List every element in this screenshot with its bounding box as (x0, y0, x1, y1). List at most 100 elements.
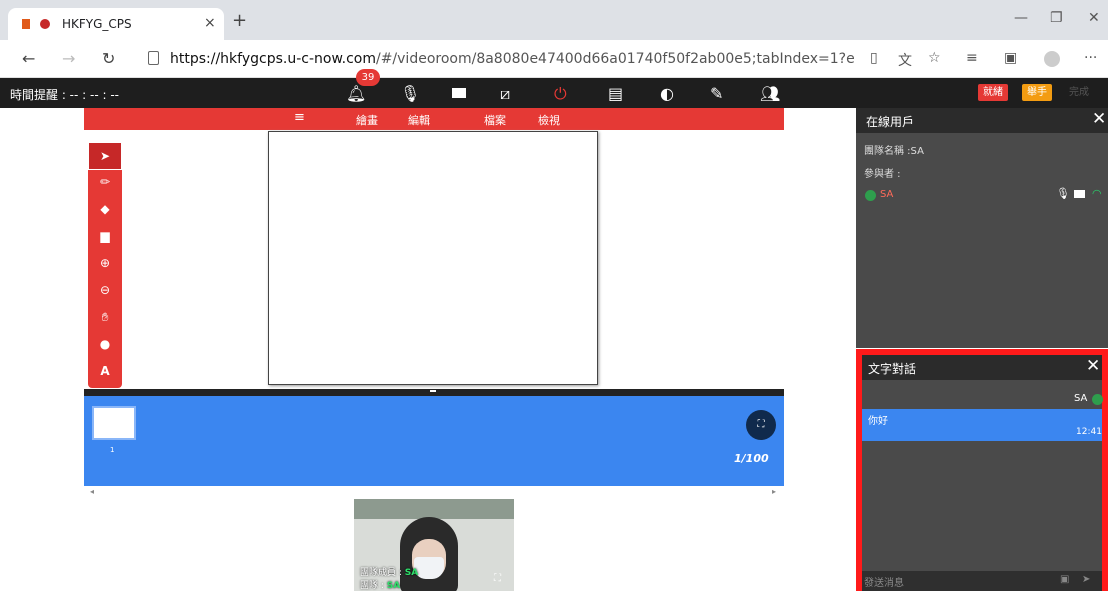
browser-tab-bar: HKFYG_CPS × + — ❐ ✕ (0, 0, 1108, 40)
trash-icon[interactable]: ▆ (88, 229, 122, 243)
tab-close-icon[interactable]: × (204, 15, 216, 31)
participants-label: 參與者 : (864, 169, 901, 180)
tab-title: HKFYG_CPS (62, 17, 132, 31)
role-label: 團隊 : (360, 581, 384, 591)
chat-header: 文字對話 ✕ (862, 355, 1102, 380)
chat-message: 你好 12:41 (862, 409, 1102, 441)
camera-icon[interactable] (452, 88, 466, 98)
menu-edit[interactable]: 編輯 (408, 112, 430, 128)
fullscreen-icon[interactable]: ⛶ (746, 410, 776, 440)
url-path: /#/videoroom/8a8080e47400d66a01740f50f2a… (375, 51, 855, 67)
text-tool-icon[interactable]: A (88, 364, 122, 378)
brush-icon[interactable]: ✎ (710, 84, 723, 103)
new-tab-button[interactable]: + (232, 10, 247, 31)
user-name[interactable]: SA (880, 189, 893, 200)
menu-draw[interactable]: 繪畫 (356, 112, 378, 128)
panel-splitter[interactable] (84, 389, 784, 396)
hand-icon[interactable]: ✋︎ (88, 310, 122, 325)
window-close-icon[interactable]: ✕ (1088, 10, 1100, 26)
scroll-right-icon[interactable]: ▸ (772, 487, 776, 496)
address-bar: ← → ↻ https://hkfygcps.u-c-now.com/#/vid… (0, 40, 1108, 78)
scroll-left-icon[interactable]: ◂ (90, 487, 94, 496)
video-info: 團隊成員 : SA 團隊 : SA (360, 567, 418, 591)
hamburger-menu-icon[interactable]: ≡ (294, 110, 305, 125)
app-toolbar: 時間提醒 : -- : -- : -- 🔔︎ 🎙︎ ⧄ ⏻ ▤ ◐ ✎ 👥︎ (0, 78, 1108, 108)
favorite-star-icon[interactable]: ☆ (928, 50, 941, 66)
message-text: 你好 (868, 416, 888, 427)
raise-hand-button[interactable]: 舉手 (1022, 84, 1052, 101)
collections-icon[interactable]: ▣ (1004, 50, 1017, 66)
image-upload-icon[interactable]: ▣ (1060, 574, 1069, 585)
role-name: SA (386, 581, 401, 591)
refresh-icon[interactable]: ↻ (102, 49, 115, 68)
whiteboard-canvas[interactable] (268, 131, 598, 385)
timer-reminder: 時間提醒 : -- : -- : -- (10, 88, 119, 102)
slide-strip: 1 ⛶ 1/100 (84, 396, 784, 486)
more-icon[interactable]: ··· (1084, 50, 1097, 66)
menu-view[interactable]: 檢視 (538, 112, 560, 128)
participant-video[interactable]: 團隊成員 : SA 團隊 : SA ⛶ (354, 499, 514, 591)
online-users-panel: 在線用戶 ✕ 團隊名稱 :SA 參與者 : SA 🎙︎ ◠ (856, 108, 1108, 348)
restore-icon[interactable]: ❐ (1050, 10, 1063, 26)
zoom-out-icon[interactable]: ⊖ (88, 283, 122, 297)
palette-icon[interactable]: ● (88, 337, 122, 351)
menu-file[interactable]: 檔案 (484, 112, 506, 128)
slide-thumbnail[interactable] (92, 406, 136, 440)
media-icon[interactable]: ▯ (870, 50, 878, 66)
url-host: https://hkfygcps.u-c-now.com (170, 51, 376, 67)
sender-avatar (1092, 394, 1103, 405)
ready-button[interactable]: 就緒 (978, 84, 1008, 101)
microphone-icon[interactable]: 🎙︎ (400, 84, 420, 103)
user-mic-icon[interactable]: 🎙︎ (1056, 187, 1070, 200)
screen-share-off-icon[interactable]: ⧄ (500, 84, 510, 104)
browser-tab[interactable]: HKFYG_CPS × (8, 8, 224, 40)
message-sender: SA (1074, 393, 1088, 404)
favorites-list-icon[interactable]: ≡ (966, 50, 978, 66)
whiteboard-menu-bar: ≡ 繪畫 編輯 檔案 檢視 (84, 108, 784, 130)
user-camera-icon[interactable] (1074, 190, 1085, 198)
drawing-tools: ➤ ✏︎ ◆ ▆ ⊕ ⊖ ✋︎ ● A (88, 142, 122, 388)
online-users-header: 在線用戶 ✕ (856, 108, 1108, 133)
notification-badge: 39 (356, 69, 380, 86)
pointer-icon[interactable]: ➤ (88, 149, 122, 163)
text-chat-panel: 文字對話 ✕ SA 你好 12:41 發送消息 ▣ ➤ (856, 349, 1108, 591)
translate-icon[interactable]: 文 (898, 50, 912, 70)
member-name: SA (404, 568, 419, 578)
video-fullscreen-icon[interactable]: ⛶ (494, 573, 501, 584)
done-button[interactable]: 完成 (1064, 84, 1094, 101)
user-signal-icon: ◠ (1092, 187, 1102, 200)
url-field[interactable]: https://hkfygcps.u-c-now.com/#/videoroom… (170, 51, 855, 67)
video-background (354, 499, 514, 519)
back-icon[interactable]: ← (22, 49, 35, 68)
page-indicator: 1/100 (734, 452, 769, 465)
slide-number: 1 (110, 446, 115, 454)
power-icon[interactable]: ⏻ (554, 84, 567, 104)
participant-mask (414, 557, 444, 579)
chat-input-placeholder: 發送消息 (864, 578, 904, 589)
whiteboard-icon[interactable]: ◐ (660, 84, 674, 103)
lock-icon (148, 51, 159, 65)
pen-icon[interactable]: ✏︎ (88, 175, 122, 189)
forward-icon[interactable]: → (62, 49, 75, 68)
site-favicon-icon (22, 19, 30, 29)
online-users-close-icon[interactable]: ✕ (1092, 109, 1106, 129)
team-name: 團隊名稱 :SA (864, 146, 924, 157)
chat-close-icon[interactable]: ✕ (1086, 356, 1100, 376)
chat-icon[interactable]: ▤ (608, 84, 623, 103)
splitter-handle (430, 390, 436, 392)
message-time: 12:41 (1076, 427, 1102, 437)
participants-icon[interactable]: 👥︎ (760, 84, 780, 103)
recording-icon (40, 19, 50, 29)
online-users-title: 在線用戶 (866, 115, 915, 129)
chat-title: 文字對話 (868, 362, 917, 376)
member-label: 團隊成員 : (360, 568, 402, 578)
chat-input[interactable]: 發送消息 ▣ ➤ (862, 571, 1102, 591)
eraser-icon[interactable]: ◆ (88, 202, 122, 216)
zoom-in-icon[interactable]: ⊕ (88, 256, 122, 270)
bell-icon[interactable]: 🔔︎ (346, 84, 366, 103)
minimize-icon[interactable]: — (1014, 10, 1028, 26)
user-avatar (865, 190, 876, 201)
send-icon[interactable]: ➤ (1082, 574, 1090, 585)
profile-avatar[interactable] (1044, 51, 1060, 67)
horizontal-scrollbar[interactable]: ◂ ▸ (84, 487, 784, 497)
